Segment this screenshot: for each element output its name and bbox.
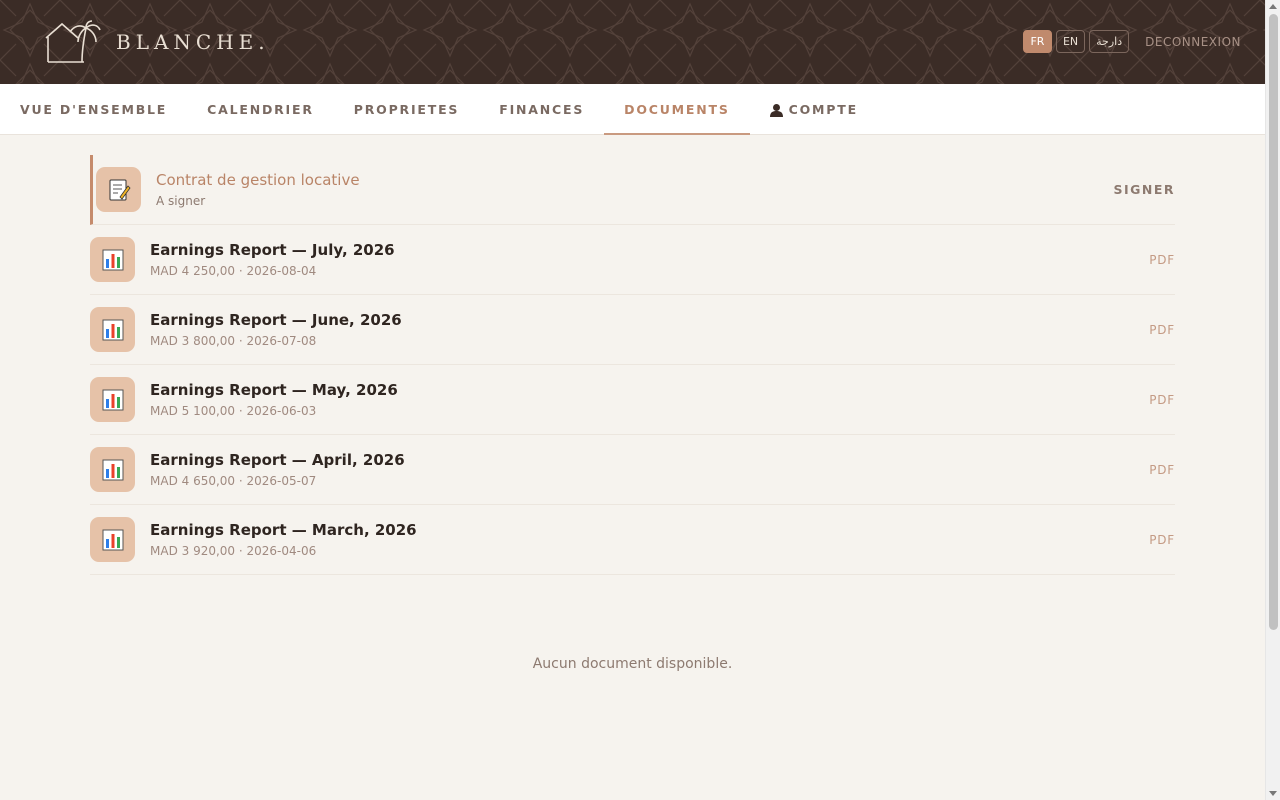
pdf-link[interactable]: PDF <box>1149 393 1175 407</box>
brand-name: BLANCHE. <box>116 30 270 54</box>
document-status: A signer <box>156 194 206 208</box>
bar-chart-icon <box>90 237 135 282</box>
scroll-up-arrow-icon[interactable] <box>1269 4 1277 9</box>
document-row[interactable]: Earnings Report — June, 2026 MAD 3 800,0… <box>90 295 1175 365</box>
tab-documents[interactable]: DOCUMENTS <box>604 84 750 135</box>
document-row[interactable]: Earnings Report — May, 2026 MAD 5 100,00… <box>90 365 1175 435</box>
document-row[interactable]: Earnings Report — March, 2026 MAD 3 920,… <box>90 505 1175 575</box>
tab-calendar[interactable]: CALENDRIER <box>187 84 334 135</box>
lang-en-button[interactable]: EN <box>1055 30 1086 53</box>
scroll-down-arrow-icon[interactable] <box>1269 791 1277 796</box>
document-meta: MAD 3 920,00 · 2026-04-06 <box>150 544 317 558</box>
user-icon <box>769 103 783 117</box>
house-palm-icon <box>45 20 101 63</box>
top-header: BLANCHE. FR EN دارجة DECONNEXION <box>0 0 1265 84</box>
document-meta: MAD 3 800,00 · 2026-07-08 <box>150 334 317 348</box>
scrollbar-thumb[interactable] <box>1269 14 1278 630</box>
document-row[interactable]: Contrat de gestion locative A signer SIG… <box>90 155 1175 225</box>
tab-overview[interactable]: VUE D'ENSEMBLE <box>0 84 187 135</box>
document-title: Contrat de gestion locative <box>156 171 360 189</box>
documents-list: Contrat de gestion locative A signer SIG… <box>90 155 1175 575</box>
document-meta: MAD 5 100,00 · 2026-06-03 <box>150 404 317 418</box>
tab-account-label: COMPTE <box>788 102 858 117</box>
document-row[interactable]: Earnings Report — July, 2026 MAD 4 250,0… <box>90 225 1175 295</box>
pdf-link[interactable]: PDF <box>1149 533 1175 547</box>
tab-finances[interactable]: FINANCES <box>479 84 604 135</box>
bar-chart-icon <box>90 517 135 562</box>
pdf-link[interactable]: PDF <box>1149 323 1175 337</box>
empty-state-message: Aucun document disponible. <box>532 656 733 672</box>
memo-icon <box>96 167 141 212</box>
document-title: Earnings Report — March, 2026 <box>150 521 417 539</box>
header-actions: FR EN دارجة DECONNEXION <box>1022 30 1241 53</box>
lang-fr-button[interactable]: FR <box>1022 30 1052 53</box>
brand-logo[interactable]: BLANCHE. <box>44 20 270 64</box>
tab-account[interactable]: COMPTE <box>750 84 878 135</box>
lang-darija-button[interactable]: دارجة <box>1089 30 1130 53</box>
bar-chart-icon <box>90 447 135 492</box>
pdf-link[interactable]: PDF <box>1149 253 1175 267</box>
bar-chart-icon <box>90 307 135 352</box>
bar-chart-icon <box>90 377 135 422</box>
document-title: Earnings Report — May, 2026 <box>150 381 398 399</box>
document-row[interactable]: Earnings Report — April, 2026 MAD 4 650,… <box>90 435 1175 505</box>
logout-link[interactable]: DECONNEXION <box>1145 35 1241 49</box>
pdf-link[interactable]: PDF <box>1149 463 1175 477</box>
document-meta: MAD 4 250,00 · 2026-08-04 <box>150 264 317 278</box>
document-title: Earnings Report — July, 2026 <box>150 241 395 259</box>
main-nav: VUE D'ENSEMBLE CALENDRIER PROPRIETES FIN… <box>0 84 1265 135</box>
document-meta: MAD 4 650,00 · 2026-05-07 <box>150 474 317 488</box>
document-title: Earnings Report — April, 2026 <box>150 451 405 469</box>
tab-properties[interactable]: PROPRIETES <box>334 84 479 135</box>
sign-button[interactable]: SIGNER <box>1113 182 1175 197</box>
vertical-scrollbar[interactable] <box>1265 0 1280 800</box>
document-title: Earnings Report — June, 2026 <box>150 311 402 329</box>
